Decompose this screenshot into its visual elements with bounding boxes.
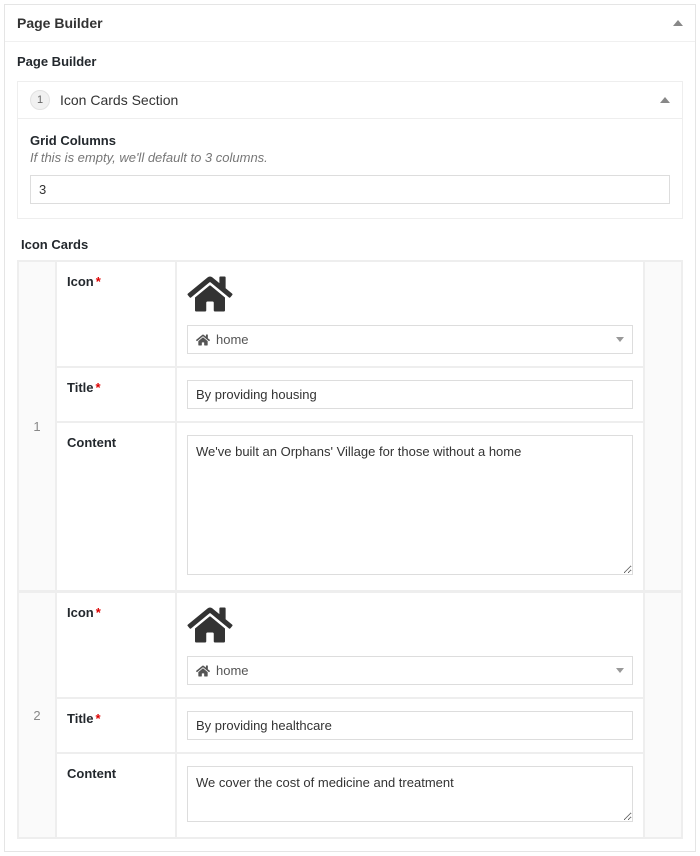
icon-field-label: Icon* — [56, 261, 176, 367]
title-field-label: Title* — [56, 367, 176, 422]
card-number[interactable]: 2 — [18, 592, 56, 838]
title-field-label: Title* — [56, 698, 176, 753]
title-input[interactable] — [187, 711, 633, 740]
required-marker: * — [96, 380, 101, 395]
content-field-cell — [176, 422, 644, 591]
card-actions[interactable] — [644, 592, 682, 838]
title-field-cell — [176, 698, 644, 753]
section-header-left: 1 Icon Cards Section — [30, 90, 178, 110]
content-field-label: Content — [56, 753, 176, 838]
required-marker: * — [96, 274, 101, 289]
collapse-section-icon — [660, 97, 670, 103]
icon-select-value: home — [196, 332, 249, 347]
icon-card-row: 2 Icon* home Title* — [17, 592, 683, 839]
builder-subtitle: Page Builder — [17, 54, 683, 69]
icon-select[interactable]: home — [187, 656, 633, 685]
content-field-cell — [176, 753, 644, 838]
chevron-down-icon — [616, 668, 624, 673]
collapse-icon — [673, 20, 683, 26]
chevron-down-icon — [616, 337, 624, 342]
required-marker: * — [96, 711, 101, 726]
home-icon — [187, 605, 633, 648]
title-field-cell — [176, 367, 644, 422]
content-field-label: Content — [56, 422, 176, 591]
icon-field-label: Icon* — [56, 592, 176, 698]
page-builder-panel: Page Builder Page Builder 1 Icon Cards S… — [4, 4, 696, 852]
grid-columns-input[interactable] — [30, 175, 670, 204]
card-actions[interactable] — [644, 261, 682, 591]
icon-field-cell: home — [176, 261, 644, 367]
panel-title: Page Builder — [17, 15, 103, 31]
panel-body: Page Builder 1 Icon Cards Section Grid C… — [5, 42, 695, 851]
required-marker: * — [96, 605, 101, 620]
home-icon — [187, 274, 633, 317]
content-textarea[interactable] — [187, 766, 633, 822]
icon-field-cell: home — [176, 592, 644, 698]
section-body: Grid Columns If this is empty, we'll def… — [17, 119, 683, 219]
home-icon — [196, 664, 210, 678]
icon-select-value: home — [196, 663, 249, 678]
panel-header[interactable]: Page Builder — [5, 5, 695, 42]
section-name: Icon Cards Section — [60, 92, 178, 108]
title-input[interactable] — [187, 380, 633, 409]
section-header-row[interactable]: 1 Icon Cards Section — [17, 81, 683, 119]
icon-cards-label: Icon Cards — [21, 237, 683, 252]
section-number-badge: 1 — [30, 90, 50, 110]
card-number[interactable]: 1 — [18, 261, 56, 591]
icon-select[interactable]: home — [187, 325, 633, 354]
grid-columns-help: If this is empty, we'll default to 3 col… — [30, 150, 670, 165]
home-icon — [196, 333, 210, 347]
content-textarea[interactable] — [187, 435, 633, 575]
icon-card-row: 1 Icon* home Title* — [17, 260, 683, 592]
grid-columns-label: Grid Columns — [30, 133, 670, 148]
